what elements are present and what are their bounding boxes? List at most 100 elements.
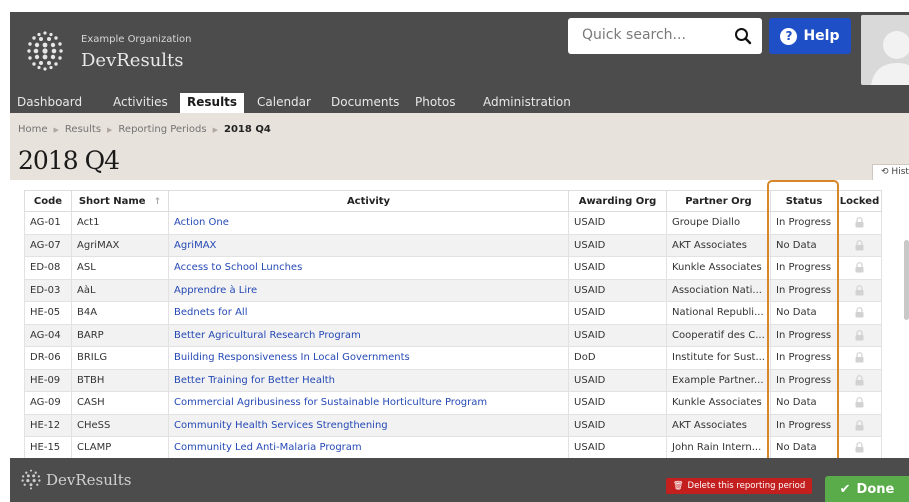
lock-icon[interactable] [855, 442, 864, 453]
table-row[interactable]: HE-12 CHeSS Community Health Services Stre… [24, 413, 882, 437]
help-icon: ? [780, 27, 798, 45]
nav-dashboard[interactable]: Dashboard [10, 93, 89, 113]
cell-status: No Data [770, 391, 838, 415]
cell-locked[interactable] [837, 278, 882, 302]
column-header-short-name[interactable]: Short Name ↑ [71, 190, 169, 212]
column-header-code[interactable]: Code [24, 190, 72, 212]
nav-documents[interactable]: Documents [324, 93, 406, 113]
breadcrumb-separator-icon: ▶ [53, 126, 59, 134]
trash-icon: 🗑 [672, 481, 684, 491]
table-row[interactable]: ED-08 ASL Access to School Lunches USAID Kun… [24, 256, 882, 280]
cell-activity-link[interactable]: Better Agricultural Research Program [168, 323, 569, 347]
table-row[interactable]: HE-05 B4A Bednets for All USAID National Rep… [24, 301, 882, 325]
cell-short-name: BARP [71, 323, 169, 347]
cell-status: In Progress [770, 256, 838, 280]
cell-short-name: AàL [71, 278, 169, 302]
activities-table-container[interactable]: Code Short Name ↑ Activity Awarding Org P… [10, 180, 909, 458]
column-header-status[interactable]: Status [770, 190, 838, 212]
cell-awarding-org: USAID [568, 436, 667, 458]
cell-locked[interactable] [837, 436, 882, 458]
lock-icon[interactable] [855, 217, 864, 228]
lock-icon[interactable] [855, 397, 864, 408]
help-button[interactable]: ? Help [769, 18, 851, 54]
lock-icon[interactable] [855, 419, 864, 431]
cell-activity-link[interactable]: Community Health Services Strengthening [168, 413, 569, 437]
breadcrumb-home[interactable]: Home [18, 124, 48, 135]
nav-results[interactable]: Results [180, 93, 245, 113]
cell-locked[interactable] [837, 323, 882, 347]
column-header-awarding-org[interactable]: Awarding Org [568, 190, 667, 212]
table-row[interactable]: AG-07 AgriMAX AgriMAX USAID AKT Associates No… [24, 233, 882, 257]
breadcrumb-separator-icon: ▶ [212, 126, 218, 134]
lock-icon[interactable] [855, 329, 864, 341]
breadcrumb-separator-icon: ▶ [107, 126, 113, 134]
column-header-partner-org[interactable]: Partner Org [666, 190, 771, 212]
cell-activity-link[interactable]: Access to School Lunches [168, 256, 569, 280]
cell-partner-org: John Rain Intern... [666, 436, 771, 458]
cell-status: In Progress [770, 211, 838, 235]
breadcrumb-results[interactable]: Results [65, 124, 101, 135]
lock-icon[interactable] [855, 307, 864, 318]
cell-activity-link[interactable]: Commercial Agribusiness for Sustainable … [168, 391, 569, 415]
column-header-locked[interactable]: Locked [837, 190, 882, 212]
cell-status: In Progress [770, 323, 838, 347]
cell-awarding-org: USAID [568, 323, 667, 347]
cell-activity-link[interactable]: Apprendre à Lire [168, 278, 569, 302]
table-row[interactable]: AG-04 BARP Better Agricultural Research Pr… [24, 323, 882, 347]
table-row[interactable]: ED-03 AàL Apprendre à Lire USAID Association… [24, 278, 882, 302]
user-avatar[interactable] [861, 15, 909, 85]
cell-short-name: ASL [71, 256, 169, 280]
column-header-activity[interactable]: Activity [168, 190, 569, 212]
cell-awarding-org: USAID [568, 413, 667, 437]
history-button[interactable]: ⟲ History [872, 164, 909, 181]
cell-locked[interactable] [837, 211, 882, 235]
cell-locked[interactable] [837, 413, 882, 437]
nav-calendar[interactable]: Calendar [250, 93, 318, 113]
cell-partner-org: AKT Associates [666, 413, 771, 437]
cell-locked[interactable] [837, 256, 882, 280]
lock-icon[interactable] [855, 239, 864, 251]
lock-icon[interactable] [855, 352, 864, 363]
cell-activity-link[interactable]: Action One [168, 211, 569, 235]
cell-activity-link[interactable]: AgriMAX [168, 233, 569, 257]
page-title: 2018 Q4 [18, 146, 120, 175]
cell-activity-link[interactable]: Building Responsiveness In Local Governm… [168, 346, 569, 370]
nav-photos[interactable]: Photos [408, 93, 462, 113]
lock-icon[interactable] [855, 374, 864, 386]
history-label: History [891, 167, 909, 177]
quick-search-input[interactable]: Quick search... [568, 18, 762, 54]
cell-status: In Progress [770, 413, 838, 437]
search-icon[interactable] [734, 27, 752, 45]
table-row[interactable]: HE-15 CLAMP Community Led Anti-Malaria Pro… [24, 436, 882, 458]
cell-awarding-org: USAID [568, 256, 667, 280]
lock-icon[interactable] [855, 284, 864, 296]
devresults-logo-icon[interactable] [24, 29, 66, 71]
done-button[interactable]: ✔ Done [825, 476, 909, 502]
cell-partner-org: Kunkle Associates [666, 256, 771, 280]
top-header: Example Organization DevResults Quick se… [10, 12, 909, 90]
cell-activity-link[interactable]: Community Led Anti-Malaria Program [168, 436, 569, 458]
table-row[interactable]: AG-01 Act1 Action One USAID Groupe Diallo In … [24, 211, 882, 235]
activities-table: Code Short Name ↑ Activity Awarding Org P… [24, 190, 882, 458]
cell-locked[interactable] [837, 301, 882, 325]
table-scrollbar[interactable] [904, 240, 909, 320]
cell-activity-link[interactable]: Better Training for Better Health [168, 368, 569, 392]
cell-short-name: BTBH [71, 368, 169, 392]
cell-locked[interactable] [837, 391, 882, 415]
table-row[interactable]: HE-09 BTBH Better Training for Better Heal… [24, 368, 882, 392]
cell-short-name: CHeSS [71, 413, 169, 437]
cell-short-name: Act1 [71, 211, 169, 235]
cell-locked[interactable] [837, 368, 882, 392]
table-row[interactable]: AG-09 CASH Commercial Agribusiness for Sus… [24, 391, 882, 415]
cell-locked[interactable] [837, 346, 882, 370]
breadcrumb-reporting-periods[interactable]: Reporting Periods [118, 124, 206, 135]
delete-reporting-period-button[interactable]: 🗑 Delete this reporting period [666, 478, 812, 494]
cell-awarding-org: USAID [568, 391, 667, 415]
cell-locked[interactable] [837, 233, 882, 257]
nav-activities[interactable]: Activities [106, 93, 175, 113]
lock-icon[interactable] [855, 262, 864, 273]
footer-bar: DevResults 🗑 Delete this reporting perio… [10, 458, 909, 502]
nav-administration[interactable]: Administration [476, 93, 578, 113]
table-row[interactable]: DR-06 BRILG Building Responsiveness In Loc… [24, 346, 882, 370]
cell-activity-link[interactable]: Bednets for All [168, 301, 569, 325]
